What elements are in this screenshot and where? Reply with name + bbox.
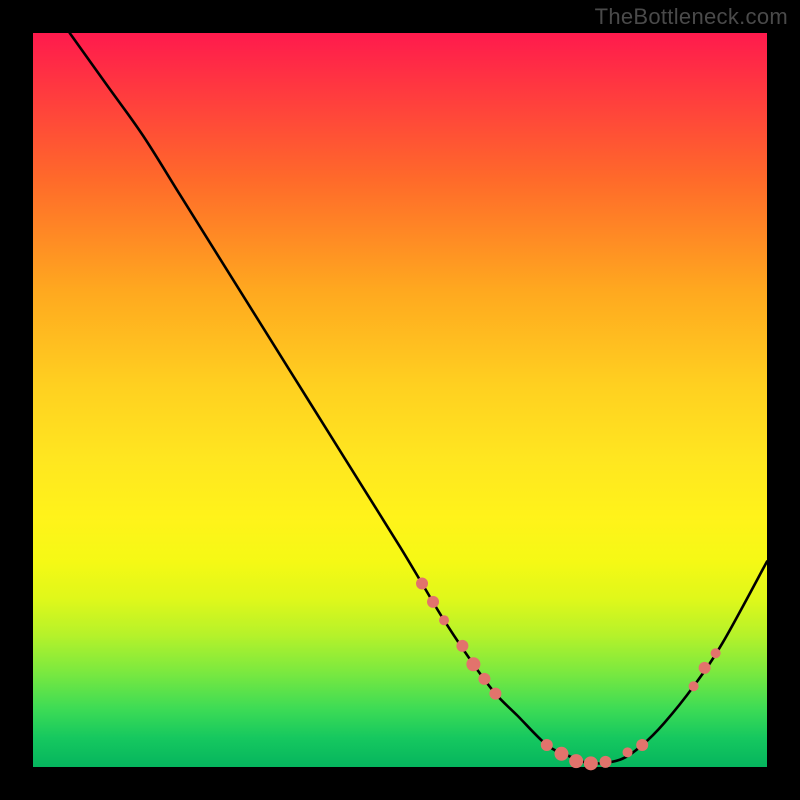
data-marker (689, 681, 699, 691)
data-marker (416, 578, 428, 590)
bottleneck-curve (70, 33, 767, 763)
data-marker (489, 688, 501, 700)
data-marker (600, 756, 612, 768)
data-marker (699, 662, 711, 674)
marker-group (416, 578, 721, 771)
data-marker (439, 615, 449, 625)
data-marker (427, 596, 439, 608)
chart-svg (33, 33, 767, 767)
data-marker (456, 640, 468, 652)
data-marker (478, 673, 490, 685)
data-marker (623, 747, 633, 757)
data-marker (541, 739, 553, 751)
data-marker (554, 747, 568, 761)
gradient-background (33, 33, 767, 767)
watermark-text: TheBottleneck.com (595, 4, 788, 30)
data-marker (711, 648, 721, 658)
data-marker (584, 756, 598, 770)
data-marker (466, 657, 480, 671)
data-marker (569, 754, 583, 768)
chart-frame: TheBottleneck.com (0, 0, 800, 800)
data-marker (636, 739, 648, 751)
